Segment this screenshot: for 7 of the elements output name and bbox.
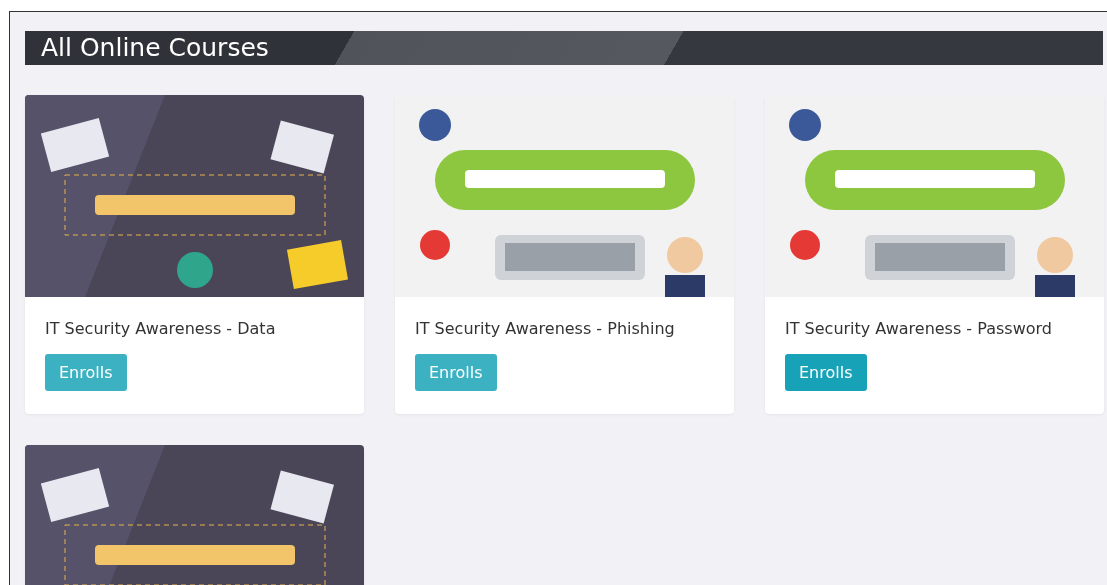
enroll-button[interactable]: Enrolls xyxy=(785,354,867,391)
enroll-button[interactable]: Enrolls xyxy=(45,354,127,391)
course-title: IT Security Awareness - Data xyxy=(45,319,277,338)
enroll-button[interactable]: Enrolls xyxy=(415,354,497,391)
course-title: IT Security Awareness - Phishing xyxy=(415,319,676,338)
course-title: IT Security Awareness - Password xyxy=(785,319,1053,338)
page-title: All Online Courses xyxy=(25,31,1103,65)
